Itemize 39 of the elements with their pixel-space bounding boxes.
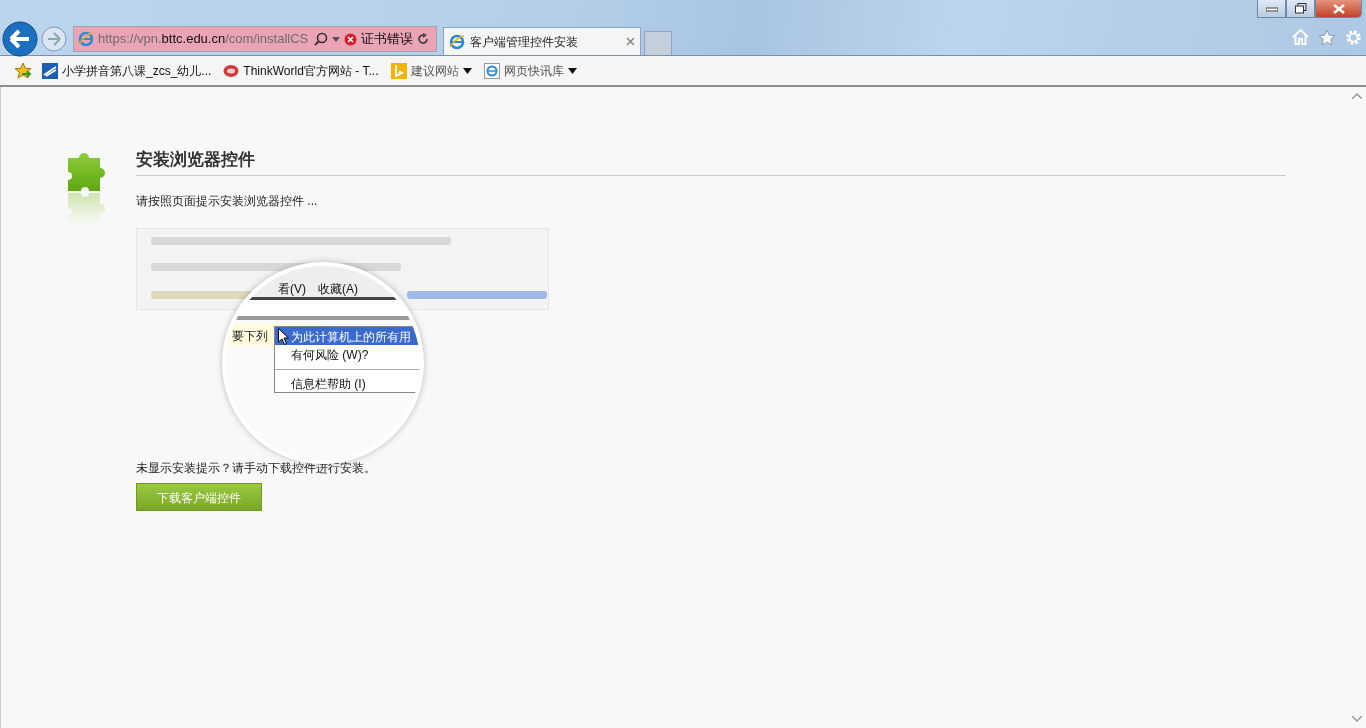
- favorites-menu[interactable]: 建议网站: [390, 61, 472, 80]
- search-icon[interactable]: [314, 32, 328, 46]
- favorite-link[interactable]: 小学拼音第八课_zcs_幼儿...: [42, 61, 212, 80]
- instruction-text: 请按照页面提示安装浏览器控件 ...: [136, 193, 319, 211]
- scroll-down-icon[interactable]: [1352, 716, 1362, 722]
- section-heading: 安装浏览器控件: [136, 149, 1286, 177]
- minimize-icon: [1265, 5, 1278, 12]
- address-bar[interactable]: https://vpn.bttc.edu.cn/com/installCS 证书错误: [73, 26, 437, 52]
- favorites-star-icon[interactable]: [14, 62, 32, 79]
- page-icon: [78, 31, 94, 47]
- star-icon[interactable]: [1318, 29, 1336, 46]
- new-tab-button[interactable]: [644, 31, 672, 55]
- forward-button[interactable]: [41, 26, 67, 52]
- error-icon: [344, 32, 357, 46]
- back-button[interactable]: [2, 21, 38, 57]
- dropdown-caret-icon[interactable]: [332, 36, 340, 42]
- caret-icon: [567, 67, 577, 74]
- page-icon: [449, 33, 465, 50]
- restore-button[interactable]: [1286, 0, 1315, 18]
- scroll-up-icon[interactable]: [1352, 93, 1362, 99]
- tab-label: 客户端管理控件安装: [470, 33, 579, 51]
- close-icon: [1332, 3, 1345, 14]
- settings-icon[interactable]: [1345, 29, 1362, 46]
- home-icon[interactable]: [1292, 29, 1309, 45]
- restore-icon: [1294, 3, 1307, 14]
- infobar-text: 要下列: [232, 328, 268, 346]
- site-icon: [42, 62, 58, 79]
- caret-icon: [462, 67, 472, 74]
- bing-icon: [390, 62, 407, 79]
- certificate-error-text[interactable]: 证书错误: [361, 29, 413, 49]
- refresh-icon[interactable]: [417, 33, 429, 45]
- close-button[interactable]: [1315, 0, 1362, 18]
- web-slice-icon: [483, 62, 500, 79]
- favorites-menu[interactable]: 网页快讯库: [483, 61, 577, 80]
- close-tab-icon[interactable]: [626, 37, 635, 46]
- tab[interactable]: 客户端管理控件安装: [443, 27, 641, 55]
- favorite-link[interactable]: ThinkWorld官方网站 - T...: [223, 61, 379, 80]
- site-icon: [223, 63, 240, 78]
- url-text: https://vpn.bttc.edu.cn/com/installCS: [98, 30, 310, 49]
